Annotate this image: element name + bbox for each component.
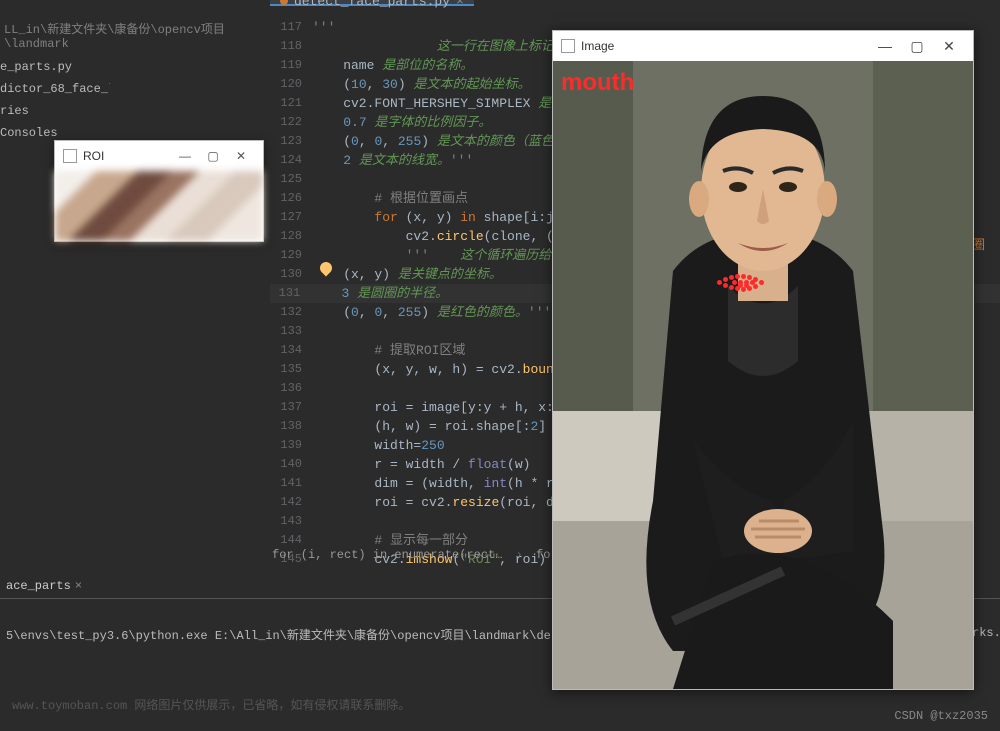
code-content[interactable]: ''' 这个循环遍历给定部 <box>312 246 577 265</box>
line-number: 140 <box>270 455 312 474</box>
line-number: 127 <box>270 208 312 227</box>
image-canvas: mouth <box>553 61 973 689</box>
tab-filename: detect_face_parts.py <box>294 0 450 9</box>
line-number: 131 <box>270 284 310 303</box>
line-number: 136 <box>270 379 312 398</box>
code-content[interactable]: (h, w) = roi.shape[:2] <box>312 417 546 436</box>
path-bar: LL_in\新建文件夹\康备份\opencv项目\landmark <box>0 20 270 51</box>
line-number: 137 <box>270 398 312 417</box>
console-output-right: rks. <box>972 626 1000 640</box>
line-number: 141 <box>270 474 312 493</box>
app-icon <box>63 149 77 163</box>
code-content[interactable]: for (x, y) in shape[i:j]: <box>312 208 569 227</box>
app-icon <box>561 39 575 53</box>
code-content[interactable]: r = width / float(w) <box>312 455 530 474</box>
overlay-label: mouth <box>561 69 634 97</box>
code-content[interactable]: 2 是文本的线宽。''' <box>312 151 473 170</box>
code-content[interactable]: roi = image[y:y + h, x:x + <box>312 398 577 417</box>
line-number: 126 <box>270 189 312 208</box>
code-content[interactable]: roi = cv2.resize(roi, dim, <box>312 493 577 512</box>
code-content[interactable] <box>312 170 320 189</box>
line-number: 143 <box>270 512 312 531</box>
image-title-text: Image <box>581 39 614 53</box>
line-number: 118 <box>270 37 312 56</box>
code-content[interactable]: name 是部位的名称。 <box>312 56 473 75</box>
tree-item[interactable]: e_parts.py <box>0 56 110 78</box>
code-content[interactable]: dim = (width, int(h * r)) <box>312 474 569 493</box>
run-tab-label: ace_parts <box>6 579 71 593</box>
roi-title-text: ROI <box>83 149 104 163</box>
line-number: 135 <box>270 360 312 379</box>
tab-close-icon[interactable]: × <box>456 0 464 9</box>
code-content[interactable]: (0, 0, 255) 是红色的颜色。''' <box>312 303 551 322</box>
line-number: 139 <box>270 436 312 455</box>
line-number: 124 <box>270 151 312 170</box>
code-content[interactable]: (x, y, w, h) = cv2.boundin <box>312 360 577 379</box>
code-content[interactable] <box>312 322 320 341</box>
image-titlebar[interactable]: Image — ▢ ✕ <box>553 31 973 61</box>
roi-titlebar[interactable]: ROI — ▢ ✕ <box>55 141 263 171</box>
code-content[interactable]: 0.7 是字体的比例因子。 <box>312 113 491 132</box>
maximize-icon[interactable]: ▢ <box>199 149 227 163</box>
code-content[interactable]: # 提取ROI区域 <box>312 341 465 360</box>
roi-image <box>55 171 263 241</box>
project-tree: e_parts.py dictor_68_face_landmarks.dat … <box>0 56 110 144</box>
watermark-text: www.toymoban.com 网络图片仅供展示，已省略，如有侵权请联系删除。 <box>12 696 612 713</box>
code-content[interactable]: # 根据位置画点 <box>312 189 468 208</box>
tab-bar: detect_face_parts.py × <box>270 0 1000 6</box>
line-number: 142 <box>270 493 312 512</box>
line-number: 122 <box>270 113 312 132</box>
close-icon[interactable]: ✕ <box>933 38 965 55</box>
minimize-icon[interactable]: — <box>869 38 901 54</box>
code-content[interactable]: cv2.circle(clone, (x, <box>312 227 569 246</box>
close-icon[interactable]: ✕ <box>227 149 255 163</box>
image-window[interactable]: Image — ▢ ✕ <box>552 30 974 690</box>
code-content[interactable]: (0, 0, 255) 是文本的颜色（蓝色） <box>312 132 567 151</box>
code-content[interactable]: (x, y) 是关键点的坐标。 <box>312 265 502 284</box>
code-content[interactable]: cv2.FONT_HERSHEY_SIMPLEX 是用于 <box>312 94 577 113</box>
tree-item[interactable]: dictor_68_face_landmarks.dat <box>0 78 110 100</box>
line-number: 125 <box>270 170 312 189</box>
person-illustration <box>553 61 973 689</box>
line-number: 128 <box>270 227 312 246</box>
maximize-icon[interactable]: ▢ <box>901 38 933 55</box>
line-number: 120 <box>270 75 312 94</box>
line-number: 119 <box>270 56 312 75</box>
minimize-icon[interactable]: — <box>171 149 199 163</box>
mouth-landmarks <box>717 271 777 291</box>
line-number: 130 <box>270 265 312 284</box>
editor-tab[interactable]: detect_face_parts.py × <box>270 0 474 6</box>
line-number: 123 <box>270 132 312 151</box>
line-number: 133 <box>270 322 312 341</box>
line-number: 129 <box>270 246 312 265</box>
code-content[interactable]: (10, 30) 是文本的起始坐标。 <box>312 75 530 94</box>
line-number: 138 <box>270 417 312 436</box>
tree-item[interactable]: ries <box>0 100 110 122</box>
code-content[interactable]: ''' <box>312 18 335 37</box>
python-file-icon <box>280 0 288 5</box>
code-content[interactable]: width=250 <box>312 436 445 455</box>
run-tab-close-icon[interactable]: × <box>75 579 82 593</box>
code-content[interactable] <box>312 512 320 531</box>
code-content[interactable] <box>312 379 320 398</box>
line-number: 121 <box>270 94 312 113</box>
roi-window[interactable]: ROI — ▢ ✕ <box>54 140 264 242</box>
breadcrumb-segment[interactable]: for (i, rect) in enumerate(rect… <box>272 548 502 562</box>
run-tab[interactable]: ace_parts × <box>0 574 82 598</box>
chevron-right-icon: › <box>516 548 523 562</box>
line-number: 117 <box>270 18 312 37</box>
line-number: 134 <box>270 341 312 360</box>
line-number: 132 <box>270 303 312 322</box>
csdn-credit: CSDN @txz2035 <box>894 709 988 723</box>
